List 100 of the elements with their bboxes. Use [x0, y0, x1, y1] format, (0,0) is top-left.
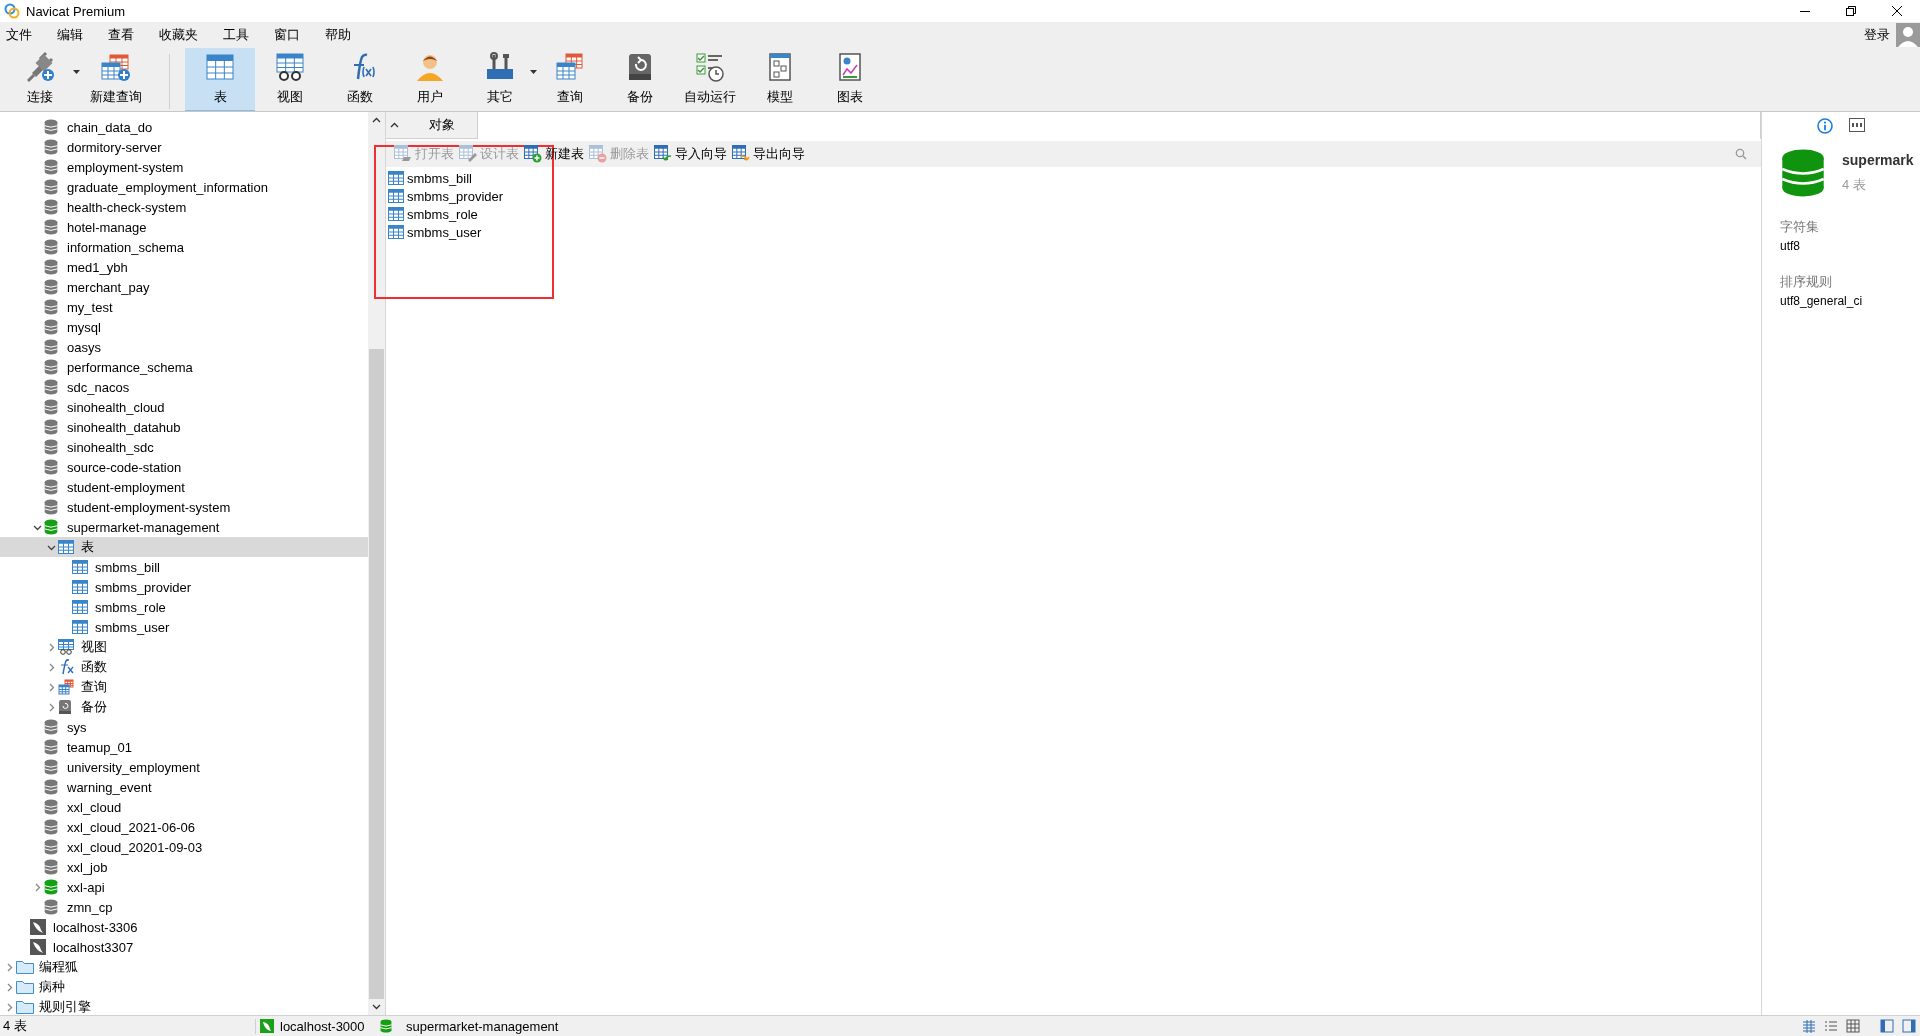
table-item[interactable]: smbms_user	[388, 223, 482, 241]
table-glasses-icon	[274, 51, 306, 83]
tree-item[interactable]: 函数	[0, 657, 368, 677]
tree-item[interactable]: smbms_bill	[0, 557, 368, 577]
database-icon	[44, 139, 58, 155]
tree-item[interactable]: 视图	[0, 637, 368, 657]
database-icon	[44, 819, 58, 835]
tree-item[interactable]: sdc_nacos	[0, 377, 368, 397]
tree-item[interactable]: sys	[0, 717, 368, 737]
toolbar-button[interactable]: 其它	[465, 48, 535, 111]
toolbar-button[interactable]: 用户	[395, 48, 465, 111]
tree-item[interactable]: my_test	[0, 297, 368, 317]
tree-item[interactable]: smbms_role	[0, 597, 368, 617]
tree-item[interactable]: localhost3307	[0, 937, 368, 957]
database-icon	[44, 719, 58, 735]
table-icon	[58, 540, 74, 554]
folder-icon	[16, 960, 34, 974]
tree-item[interactable]: xxl_cloud	[0, 797, 368, 817]
plug-icon	[24, 51, 56, 83]
tree-item[interactable]: 规则引擎	[0, 997, 368, 1015]
menu-item[interactable]: 工具	[223, 26, 263, 44]
tree-item[interactable]: sinohealth_sdc	[0, 437, 368, 457]
database-icon	[44, 219, 58, 235]
table-arrow-icon	[732, 145, 750, 163]
tree-item[interactable]: 病种	[0, 977, 368, 997]
tree-item[interactable]: 表	[0, 537, 368, 557]
tree-item[interactable]: sinohealth_datahub	[0, 417, 368, 437]
list-view-icon	[1824, 1019, 1838, 1033]
tree-item[interactable]: 备份	[0, 697, 368, 717]
menu-item[interactable]: 查看	[108, 26, 148, 44]
tree-item[interactable]: teamup_01	[0, 737, 368, 757]
tree-item[interactable]: information_schema	[0, 237, 368, 257]
toolbar-button[interactable]: 查询	[535, 48, 605, 111]
tree-item[interactable]: xxl_job	[0, 857, 368, 877]
toolbar-button[interactable]: 函数	[325, 48, 395, 111]
toolbar-button[interactable]: 连接	[2, 48, 78, 111]
database-icon	[44, 879, 58, 895]
tree-item[interactable]: source-code-station	[0, 457, 368, 477]
tree-item[interactable]: med1_ybh	[0, 257, 368, 277]
tree-item[interactable]: student-employment	[0, 477, 368, 497]
ddl-icon	[1849, 118, 1865, 132]
tree-item[interactable]: chain_data_do	[0, 117, 368, 137]
toolbar-button[interactable]: 图表	[815, 48, 885, 111]
status-text: 4 表	[2, 1017, 28, 1035]
app-logo-icon	[4, 3, 20, 19]
tree-item[interactable]: xxl_cloud_2021-06-06	[0, 817, 368, 837]
toolbar-button[interactable]: 视图	[255, 48, 325, 111]
menu-item[interactable]: 编辑	[57, 26, 97, 44]
database-icon	[44, 119, 58, 135]
toolbar-button[interactable]: 导出向导	[732, 145, 810, 163]
toolbar-button[interactable]: 备份	[605, 48, 675, 111]
tree-item[interactable]: mysql	[0, 317, 368, 337]
table-item[interactable]: smbms_role	[388, 205, 478, 223]
table-plus-icon	[524, 145, 542, 163]
tree-item[interactable]: localhost-3306	[0, 917, 368, 937]
menu-item[interactable]: 帮助	[325, 26, 365, 44]
tree-item[interactable]: 编程狐	[0, 957, 368, 977]
tree-item[interactable]: dormitory-server	[0, 137, 368, 157]
tree-item[interactable]: merchant_pay	[0, 277, 368, 297]
tree-item[interactable]: university_employment	[0, 757, 368, 777]
table-item[interactable]: smbms_provider	[388, 187, 504, 205]
backup-icon	[58, 699, 72, 715]
tree-item[interactable]: zmn_cp	[0, 897, 368, 917]
scrollbar[interactable]	[368, 112, 385, 1015]
tree-item[interactable]: hotel-manage	[0, 217, 368, 237]
toolbar-button[interactable]: 新建查询	[78, 48, 154, 111]
database-icon	[44, 899, 58, 915]
tree-item[interactable]: warning_event	[0, 777, 368, 797]
connection-icon	[30, 939, 46, 955]
tree-item[interactable]: xxl-api	[0, 877, 368, 897]
tree-item[interactable]: performance_schema	[0, 357, 368, 377]
menu-item[interactable]: 窗口	[274, 26, 314, 44]
dropdown-caret-icon	[530, 70, 537, 74]
restore-icon	[1843, 3, 1859, 19]
table-item[interactable]: smbms_bill	[388, 169, 472, 187]
toolbar-button[interactable]: 导入向导	[654, 145, 732, 163]
tree-item[interactable]: xxl_cloud_20201-09-03	[0, 837, 368, 857]
toolbar-button[interactable]: 模型	[745, 48, 815, 111]
tree-item[interactable]: 查询	[0, 677, 368, 697]
tree-item[interactable]: smbms_user	[0, 617, 368, 637]
database-icon	[44, 519, 58, 535]
tree-item[interactable]: health-check-system	[0, 197, 368, 217]
close-icon	[1889, 3, 1905, 19]
tree-item[interactable]: oasys	[0, 337, 368, 357]
toolbar-button[interactable]: 自动运行	[675, 48, 745, 111]
login-link[interactable]: 登录	[1864, 26, 1890, 44]
tree-item[interactable]: supermarket-management	[0, 517, 368, 537]
database-name: supermark	[1842, 152, 1914, 168]
tree-item[interactable]: student-employment-system	[0, 497, 368, 517]
tree-item[interactable]: employment-system	[0, 157, 368, 177]
menu-item[interactable]: 文件	[6, 26, 46, 44]
toolbar-button[interactable]: 表	[185, 48, 255, 111]
field-value: utf8	[1779, 238, 1801, 253]
collapse-icon	[390, 122, 399, 128]
tree-item[interactable]: smbms_provider	[0, 577, 368, 597]
tree-item[interactable]: graduate_employment_information	[0, 177, 368, 197]
tree-item[interactable]: sinohealth_cloud	[0, 397, 368, 417]
database-icon	[44, 439, 58, 455]
grid-view-icon	[1802, 1019, 1816, 1033]
menu-item[interactable]: 收藏夹	[159, 26, 212, 44]
